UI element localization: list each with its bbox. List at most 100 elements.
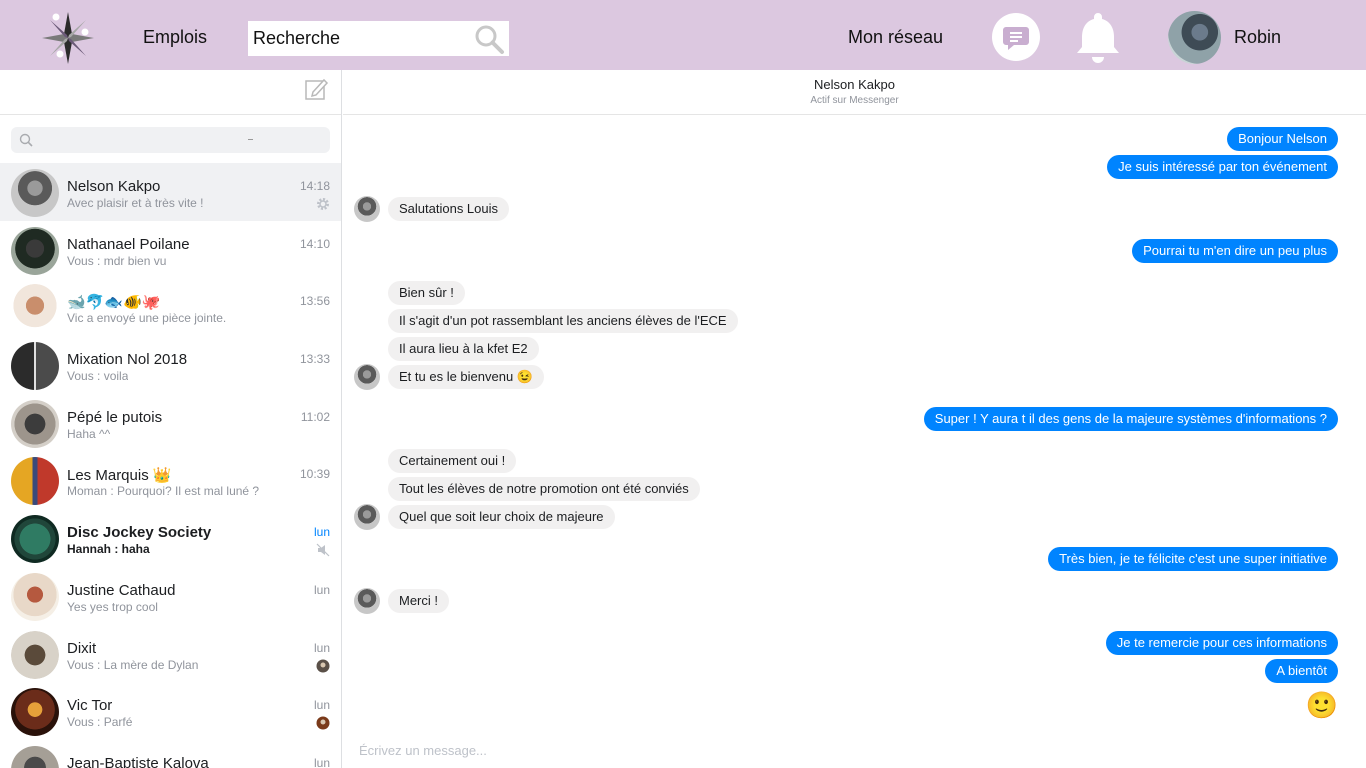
message-composer (343, 732, 1366, 768)
conversation-vic-tor[interactable]: Vic Tor Vous : Parfé lun (0, 682, 341, 740)
chat-contact-name[interactable]: Nelson Kakpo (343, 77, 1366, 92)
message-input[interactable] (359, 740, 1259, 760)
conversation-preview: Vous : mdr bien vu (67, 253, 167, 268)
messages-button[interactable] (992, 13, 1040, 61)
incoming-message: Tout les élèves de notre promotion ont é… (388, 477, 700, 501)
chat-contact-status: Actif sur Messenger (810, 95, 899, 106)
avatar (11, 169, 59, 217)
chat-bubble-icon (1003, 27, 1029, 50)
avatar (11, 399, 59, 448)
conversation-sidebar: Nelson Kakpo Avec plaisir et à très vite … (0, 70, 342, 768)
seen-avatar-icon (316, 659, 330, 672)
conversation-time: 10:39 (299, 467, 330, 482)
message-bubble[interactable]: Super ! Y aura t il des gens de la majeu… (923, 407, 1338, 431)
outgoing-message: Je suis intéressé par ton événement (1107, 155, 1338, 179)
message-bubble[interactable]: Pourrai tu m'en dire un peu plus (1132, 239, 1338, 263)
incoming-message: Salutations Louis (388, 197, 510, 221)
message-bubble[interactable]: A bientôt (1265, 659, 1338, 683)
conversation-time: lun (313, 525, 330, 540)
conversation-name: Pépé le putois (67, 408, 163, 426)
outgoing-message: Très bien, je te félicite c'est une supe… (1048, 547, 1338, 571)
app-logo[interactable] (38, 8, 98, 68)
profile-name: Robin (1234, 27, 1282, 47)
conversation-name: Disc Jockey Society (67, 524, 212, 542)
conversation-les-marquis[interactable]: Les Marquis 👑 Moman : Pourquoi? Il est ma… (0, 451, 341, 509)
conversation-time: lun (313, 755, 330, 768)
message-bubble[interactable]: Bonjour Nelson (1227, 127, 1338, 151)
compose-icon[interactable] (304, 76, 330, 102)
conversation-pepe-le-putois[interactable]: Pépé le putois Haha ^^ 11:02 (0, 394, 341, 452)
avatar (1168, 11, 1221, 64)
seen-avatar-icon (316, 716, 330, 730)
incoming-message: Certainement oui ! (388, 449, 517, 473)
notifications-bell-icon[interactable] (1074, 9, 1122, 65)
muted-icon (316, 543, 330, 557)
message-bubble[interactable]: Salutations Louis (388, 197, 510, 221)
text-cursor (248, 139, 253, 140)
conversation-name: Jean-Baptiste Kalova (67, 754, 209, 768)
conversation-preview: Vous : La mère de Dylan (67, 657, 199, 672)
conversation-search-input[interactable] (11, 127, 330, 153)
message-bubble[interactable]: Et tu es le bienvenu 😉 (388, 365, 544, 389)
conversation-search (11, 127, 330, 153)
message-bubble[interactable]: Tout les élèves de notre promotion ont é… (388, 477, 700, 501)
conversation-name: 🐋🐬🐟🐠🐙 (67, 294, 161, 312)
conversation-mixation-nol-2018[interactable]: Mixation Nol 2018 Vous : voila 13:33 (0, 336, 341, 394)
avatar (11, 457, 59, 506)
nav-network-link[interactable]: Mon réseau (848, 27, 943, 48)
global-search-input[interactable] (248, 21, 468, 56)
conversation-name: Justine Cathaud (67, 581, 176, 599)
avatar (11, 284, 59, 333)
emoji-reaction-button[interactable]: 🙂 (1306, 689, 1338, 721)
conversation-nelson-kakpo[interactable]: Nelson Kakpo Avec plaisir et à très vite … (0, 163, 341, 221)
conversation-disc-jockey-society[interactable]: Disc Jockey Society Hannah : haha lun (0, 509, 341, 567)
conversation-name: Nathanael Poilane (67, 235, 190, 253)
conversation-time: 13:56 (299, 294, 330, 309)
incoming-message: Il s'agit d'un pot rassemblant les ancie… (388, 309, 738, 333)
conversation-name: Vic Tor (67, 697, 113, 715)
conversation-preview: Vic a envoyé une pièce jointe. (67, 311, 227, 326)
outgoing-message: Pourrai tu m'en dire un peu plus (1132, 239, 1338, 263)
message-bubble[interactable]: Il aura lieu à la kfet E2 (388, 337, 539, 361)
conversation-justine-cathaud[interactable]: Justine Cathaud Yes yes trop cool lun (0, 567, 341, 625)
divider (0, 114, 341, 115)
gear-icon[interactable] (316, 197, 330, 211)
message-bubble[interactable]: Certainement oui ! (388, 449, 517, 473)
conversation-time: lun (313, 698, 330, 713)
conversation-dixit[interactable]: Dixit Vous : La mère de Dylan lun (0, 625, 341, 683)
outgoing-message: Super ! Y aura t il des gens de la majeu… (923, 407, 1338, 431)
avatar (11, 745, 59, 768)
conversation-preview: Moman : Pourquoi? Il est mal luné ? (67, 484, 260, 499)
conversation-name: Nelson Kakpo (67, 178, 161, 195)
incoming-message: Quel que soit leur choix de majeure (388, 505, 615, 529)
incoming-message: Il aura lieu à la kfet E2 (388, 337, 539, 361)
conversation-emoji-group[interactable]: 🐋🐬🐟🐠🐙 Vic a envoyé une pièce jointe. 13:56 (0, 278, 341, 336)
incoming-message: Et tu es le bienvenu 😉 (388, 365, 544, 389)
conversation-preview: Vous : Parfé (67, 715, 133, 730)
conversation-nathanael-poilane[interactable]: Nathanael Poilane Vous : mdr bien vu 14:10 (0, 221, 341, 279)
message-bubble[interactable]: Je te remercie pour ces informations (1105, 631, 1338, 655)
avatar (11, 515, 59, 564)
conversation-time: 11:02 (300, 409, 330, 424)
conversation-time: 14:18 (299, 179, 330, 193)
incoming-message: Merci ! (388, 589, 449, 613)
message-bubble[interactable]: Merci ! (388, 589, 449, 613)
message-bubble[interactable]: Quel que soit leur choix de majeure (388, 505, 615, 529)
contact-avatar (354, 364, 380, 390)
message-bubble[interactable]: Il s'agit d'un pot rassemblant les ancie… (388, 309, 738, 333)
conversation-time: lun (313, 582, 330, 597)
message-bubble[interactable]: Je suis intéressé par ton événement (1107, 155, 1338, 179)
global-search (248, 21, 509, 56)
message-bubble[interactable]: Bien sûr ! (388, 281, 465, 305)
conversation-name: Mixation Nol 2018 (67, 351, 188, 369)
conversation-jean-baptiste-kalova[interactable]: Jean-Baptiste Kalova lun (0, 740, 341, 768)
search-icon[interactable] (473, 23, 505, 55)
conversation-list: Nelson Kakpo Avec plaisir et à très vite … (0, 163, 341, 768)
conversation-time: 13:33 (299, 352, 330, 367)
nav-jobs-link[interactable]: Emplois (143, 27, 207, 48)
conversation-preview: Yes yes trop cool (67, 599, 158, 614)
conversation-name: Dixit (67, 639, 97, 657)
chat-header: Nelson Kakpo Actif sur Messenger (343, 70, 1366, 115)
conversation-time: 14:10 (299, 236, 330, 251)
message-bubble[interactable]: Très bien, je te félicite c'est une supe… (1048, 547, 1338, 571)
